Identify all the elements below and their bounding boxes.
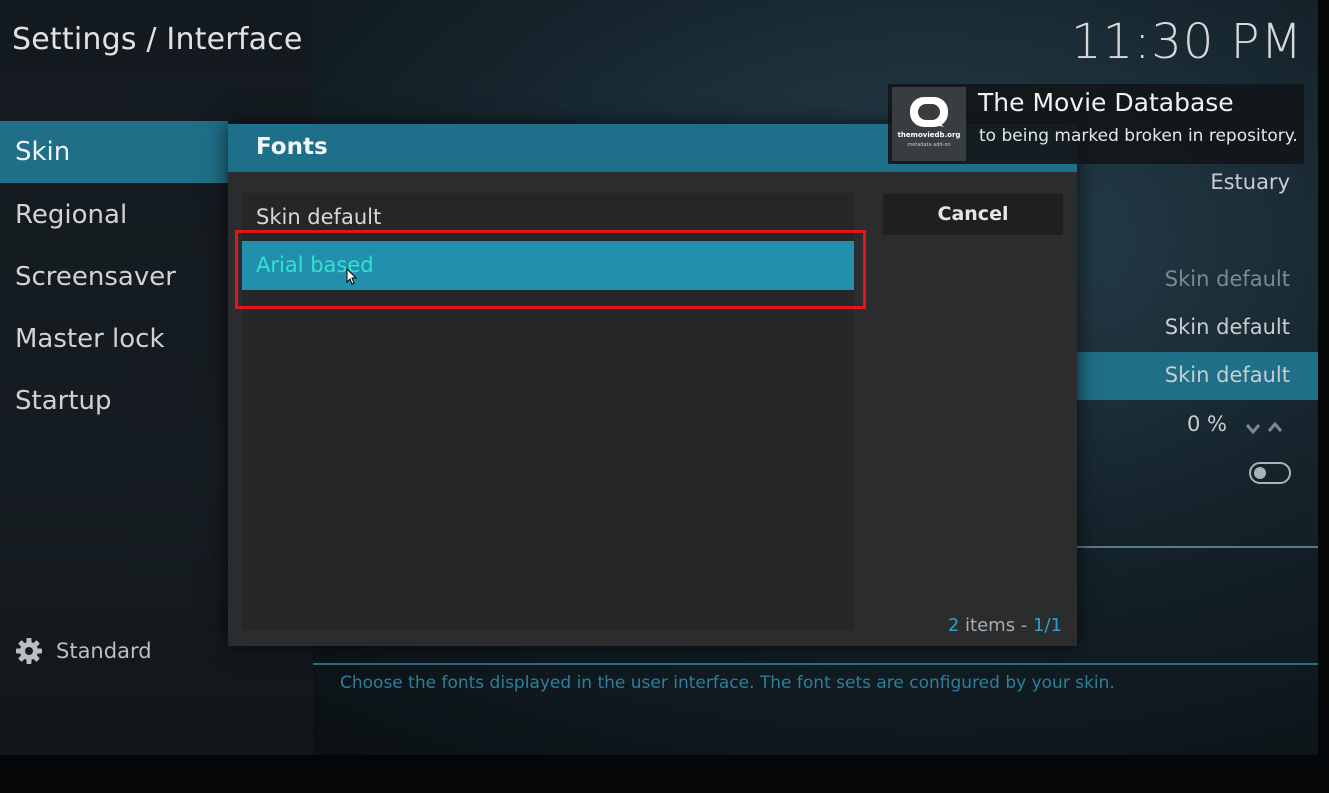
- setting-value: Skin default: [1164, 267, 1290, 291]
- tmdb-logo-icon: [910, 97, 948, 127]
- toggle-switch[interactable]: [1249, 462, 1291, 484]
- settings-level-label: Standard: [56, 639, 152, 663]
- gear-icon: [14, 636, 44, 666]
- settings-level-button[interactable]: Standard: [14, 636, 152, 666]
- mouse-cursor-icon: [346, 267, 358, 286]
- sidebar-item-skin[interactable]: Skin: [0, 121, 228, 183]
- sidebar-item-master-lock[interactable]: Master lock: [0, 308, 228, 370]
- clock: 11:30 PM: [1071, 14, 1303, 70]
- fonts-dialog: Fonts Skin default Arial based Cancel 2 …: [228, 124, 1077, 646]
- item-count-number: 2: [947, 615, 960, 636]
- notification-toast: themoviedb.org metadata add-on The Movie…: [888, 84, 1304, 164]
- spinner-down-icon[interactable]: [1245, 420, 1261, 435]
- cancel-button[interactable]: Cancel: [883, 194, 1063, 235]
- screen-edge: [1318, 0, 1329, 793]
- divider: [313, 663, 1318, 665]
- kodi-screen: Settings / Interface 11:30 PM Skin Regio…: [0, 0, 1329, 793]
- item-count-label: items -: [965, 615, 1028, 636]
- sidebar-item-regional[interactable]: Regional: [0, 184, 228, 246]
- page-title: Settings / Interface: [12, 22, 303, 57]
- spinner-up-icon[interactable]: [1267, 418, 1283, 432]
- setting-value: Skin default: [1164, 315, 1290, 339]
- addon-logo: themoviedb.org metadata add-on: [892, 87, 966, 161]
- notification-title: The Movie Database: [978, 88, 1234, 117]
- setting-description: Choose the fonts displayed in the user i…: [340, 673, 1115, 693]
- skin-value: Estuary: [1210, 170, 1290, 194]
- addon-logo-text: themoviedb.org: [897, 131, 961, 139]
- addon-logo-subtext: metadata add-on: [907, 142, 951, 148]
- sidebar-item-screensaver[interactable]: Screensaver: [0, 246, 228, 308]
- toggle-knob: [1254, 467, 1266, 479]
- annotation-highlight-box: [235, 230, 866, 309]
- sidebar-item-startup[interactable]: Startup: [0, 370, 228, 432]
- item-count: 2 items - 1/1: [948, 615, 1062, 636]
- zoom-value: 0 %: [1187, 412, 1227, 436]
- screen-bottom-bar: [0, 755, 1329, 793]
- page-indicator: 1/1: [1033, 615, 1062, 636]
- dialog-title: Fonts: [256, 134, 328, 160]
- setting-value: Skin default: [1164, 363, 1290, 387]
- notification-message: to being marked broken in repository.: [979, 126, 1298, 146]
- divider: [1077, 546, 1318, 548]
